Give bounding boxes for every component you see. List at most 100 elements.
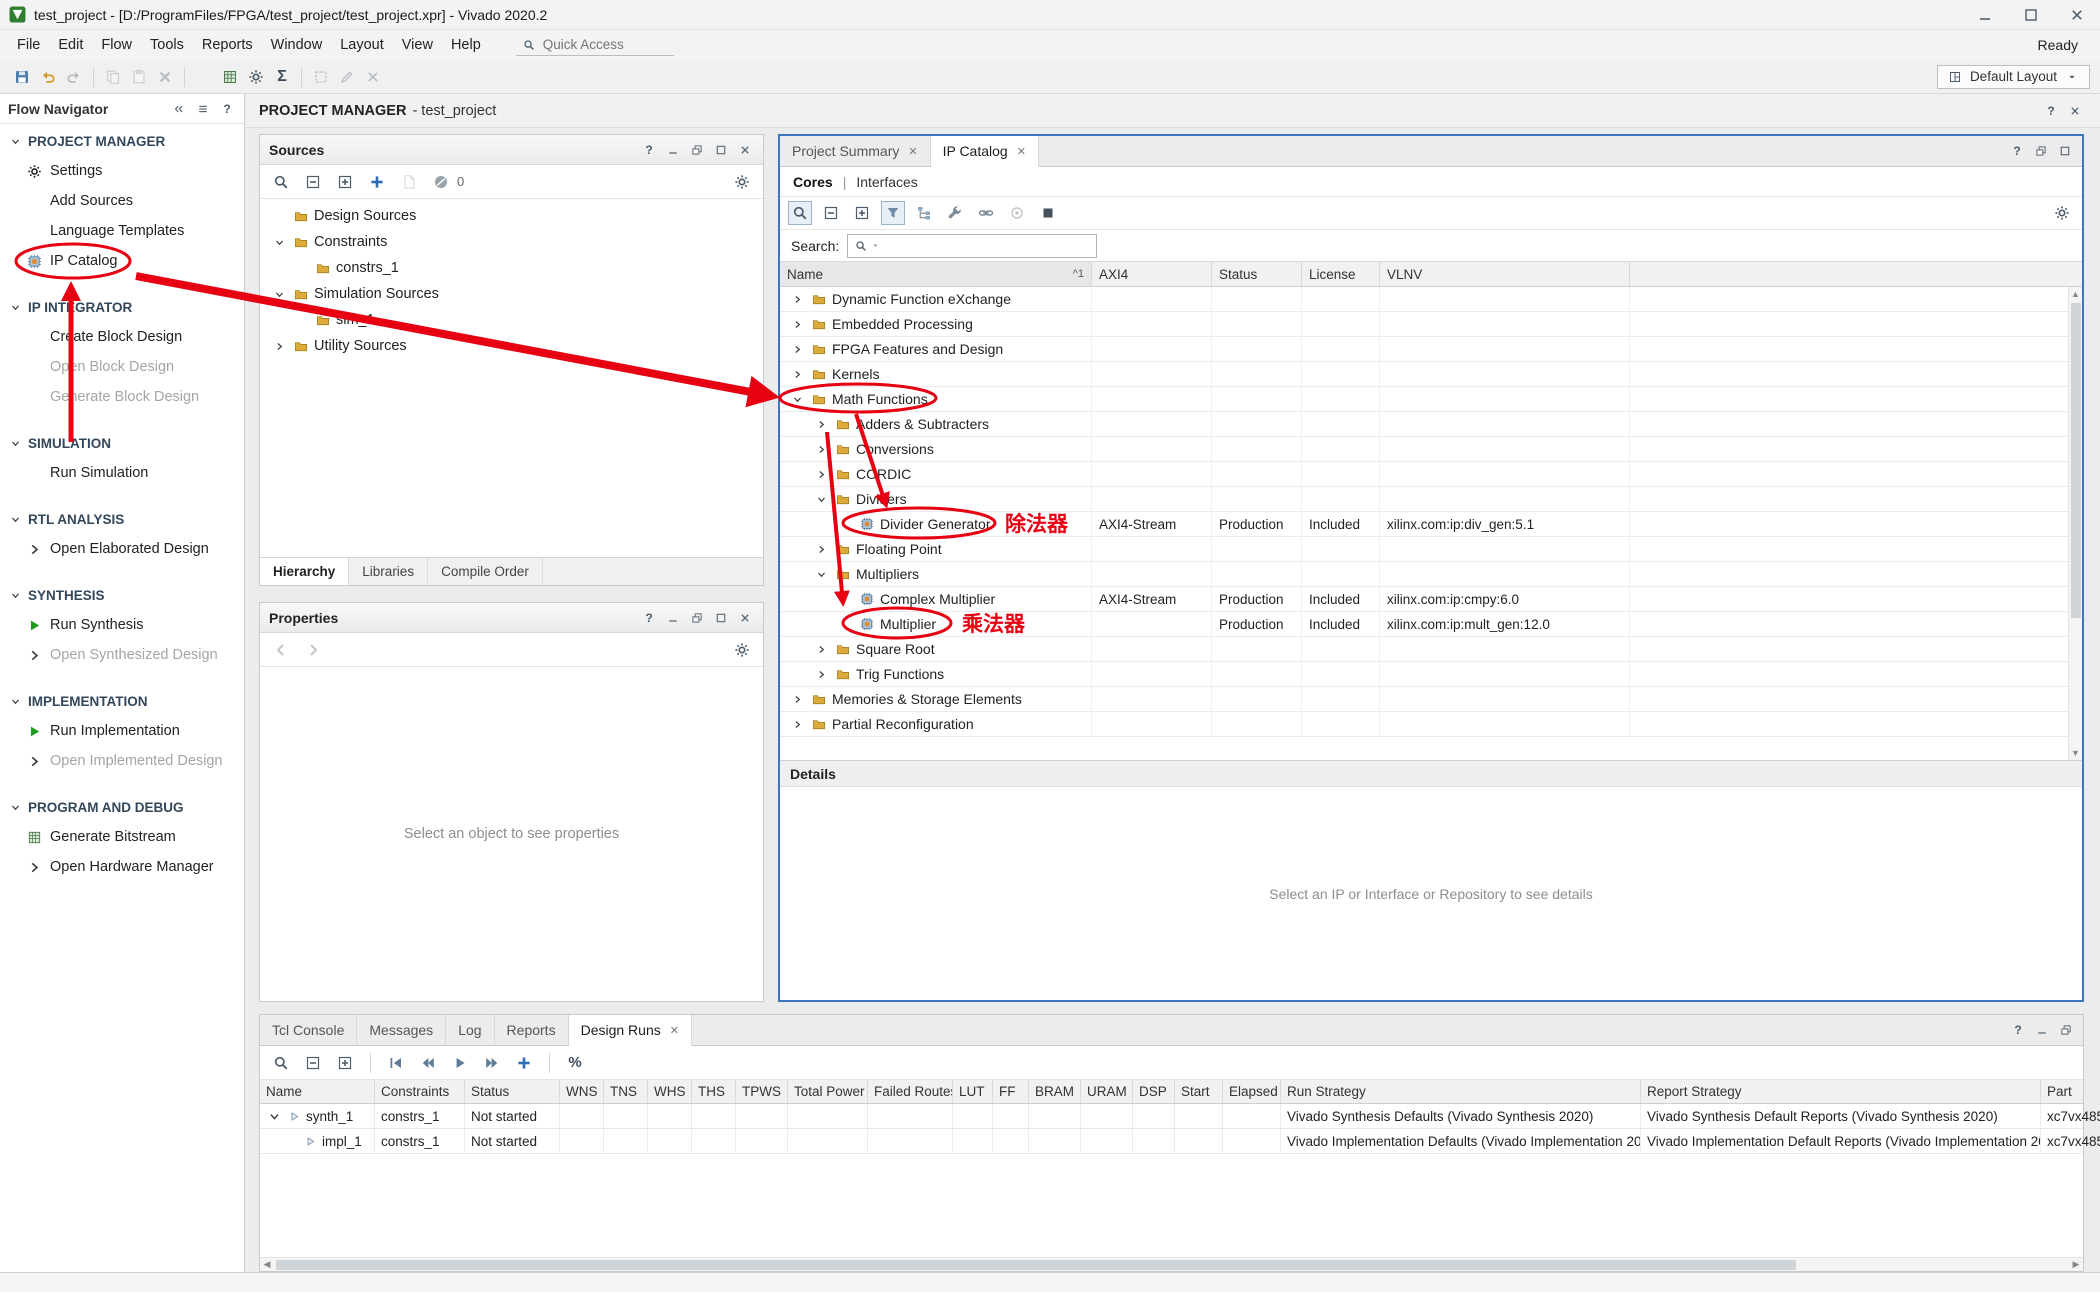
stepback-icon[interactable] bbox=[416, 1051, 440, 1075]
runs-column-dsp[interactable]: DSP bbox=[1133, 1080, 1175, 1103]
tab-design-runs[interactable]: Design Runs✕ bbox=[569, 1015, 692, 1046]
expand-icon[interactable] bbox=[850, 201, 874, 225]
ip-catalog-row[interactable]: Floating Point bbox=[780, 537, 2082, 562]
help-icon[interactable]: ? bbox=[640, 609, 658, 627]
snip-icon[interactable] bbox=[309, 65, 333, 89]
ip-catalog-row[interactable]: Divider GeneratorAXI4-StreamProductionIn… bbox=[780, 512, 2082, 537]
flow-section-header[interactable]: PROGRAM AND DEBUG bbox=[0, 792, 244, 822]
float-icon[interactable] bbox=[688, 609, 706, 627]
runs-column-elapsed[interactable]: Elapsed bbox=[1223, 1080, 1281, 1103]
collapse-icon[interactable] bbox=[301, 170, 325, 194]
ip-catalog-row[interactable]: CORDIC bbox=[780, 462, 2082, 487]
doc-icon[interactable] bbox=[397, 170, 421, 194]
ip-search-field[interactable] bbox=[847, 234, 1097, 258]
expand-toggle-icon[interactable] bbox=[266, 1108, 283, 1125]
maximize-icon[interactable] bbox=[712, 609, 730, 627]
minimize-icon[interactable] bbox=[664, 141, 682, 159]
source-tree-row[interactable]: sim_1 bbox=[260, 307, 763, 333]
runs-column-tns[interactable]: TNS bbox=[604, 1080, 648, 1103]
back-icon[interactable] bbox=[269, 638, 293, 662]
runs-column-bram[interactable]: BRAM bbox=[1029, 1080, 1081, 1103]
expand-toggle-icon[interactable] bbox=[812, 440, 830, 458]
runs-column-failed-routes[interactable]: Failed Routes bbox=[868, 1080, 953, 1103]
expand-toggle-icon[interactable] bbox=[812, 465, 830, 483]
ip-catalog-row[interactable]: MultiplierProductionIncludedxilinx.com:i… bbox=[780, 612, 2082, 637]
runs-column-uram[interactable]: URAM bbox=[1081, 1080, 1133, 1103]
hierarchy-icon[interactable] bbox=[912, 201, 936, 225]
source-tree-row[interactable]: Constraints bbox=[260, 229, 763, 255]
close-icon[interactable] bbox=[736, 609, 754, 627]
run-icon[interactable] bbox=[192, 65, 216, 89]
close-tab-icon[interactable]: ✕ bbox=[670, 1024, 679, 1037]
settings-icon[interactable] bbox=[730, 170, 754, 194]
column-header-license[interactable]: License bbox=[1302, 262, 1380, 286]
close-icon[interactable] bbox=[2066, 102, 2084, 120]
column-header-axi4[interactable]: AXI4 bbox=[1092, 262, 1212, 286]
menu-tools[interactable]: Tools bbox=[141, 33, 193, 57]
copy-icon[interactable] bbox=[101, 65, 125, 89]
float-icon[interactable] bbox=[688, 141, 706, 159]
scrollbar-thumb[interactable] bbox=[276, 1260, 1796, 1270]
runs-column-lut[interactable]: LUT bbox=[953, 1080, 993, 1103]
scroll-down-icon[interactable]: ▼ bbox=[2071, 746, 2080, 760]
expand-icon[interactable] bbox=[333, 1051, 357, 1075]
scroll-right-icon[interactable]: ▶ bbox=[2069, 1259, 2083, 1270]
settings-icon[interactable] bbox=[244, 65, 268, 89]
flow-section-header[interactable]: IMPLEMENTATION bbox=[0, 686, 244, 716]
ip-catalog-row[interactable]: Dynamic Function eXchange bbox=[780, 287, 2082, 312]
minimize-button[interactable] bbox=[1962, 0, 2008, 29]
expand-toggle-icon[interactable] bbox=[788, 365, 806, 383]
dock-icon[interactable] bbox=[170, 100, 188, 118]
add-icon[interactable] bbox=[512, 1051, 536, 1075]
sidebar-item-open-implemented-design[interactable]: Open Implemented Design bbox=[0, 746, 244, 776]
runs-column-wns[interactable]: WNS bbox=[560, 1080, 604, 1103]
vertical-scrollbar[interactable]: ▲ ▼ bbox=[2068, 287, 2082, 760]
menu-icon[interactable] bbox=[194, 100, 212, 118]
subtab-interfaces[interactable]: Interfaces bbox=[856, 174, 917, 190]
sidebar-item-ip-catalog[interactable]: IP Catalog bbox=[0, 246, 244, 276]
expand-toggle-icon[interactable] bbox=[812, 540, 830, 558]
minimize-icon[interactable] bbox=[2033, 1021, 2051, 1039]
sidebar-item-generate-block-design[interactable]: Generate Block Design bbox=[0, 382, 244, 412]
ip-catalog-row[interactable]: Partial Reconfiguration bbox=[780, 712, 2082, 737]
quick-access-input[interactable] bbox=[543, 37, 655, 52]
sidebar-item-run-simulation[interactable]: Run Simulation bbox=[0, 458, 244, 488]
minimize-icon[interactable] bbox=[664, 609, 682, 627]
ip-catalog-row[interactable]: Embedded Processing bbox=[780, 312, 2082, 337]
design-run-row[interactable]: impl_1constrs_1Not startedVivado Impleme… bbox=[260, 1129, 2083, 1154]
subtab-cores[interactable]: Cores bbox=[793, 174, 833, 190]
menu-file[interactable]: File bbox=[8, 33, 49, 57]
search-icon[interactable] bbox=[788, 201, 812, 225]
expand-toggle-icon[interactable] bbox=[788, 340, 806, 358]
collapse-icon[interactable] bbox=[819, 201, 843, 225]
undo-icon[interactable] bbox=[36, 65, 60, 89]
column-header-name[interactable]: Name^1 bbox=[780, 262, 1092, 286]
maximize-icon[interactable] bbox=[2056, 142, 2074, 160]
expand-toggle-icon[interactable] bbox=[788, 390, 806, 408]
ip-catalog-row[interactable]: Trig Functions bbox=[780, 662, 2082, 687]
tab-compile-order[interactable]: Compile Order bbox=[428, 558, 543, 585]
redo-icon[interactable] bbox=[62, 65, 86, 89]
board-icon[interactable] bbox=[218, 65, 242, 89]
help-icon[interactable]: ? bbox=[2008, 142, 2026, 160]
help-icon[interactable]: ? bbox=[640, 141, 658, 159]
flow-section-header[interactable]: RTL ANALYSIS bbox=[0, 504, 244, 534]
help-icon[interactable]: ? bbox=[218, 100, 236, 118]
ip-catalog-row[interactable]: Math Functions bbox=[780, 387, 2082, 412]
menu-window[interactable]: Window bbox=[262, 33, 332, 57]
ip-catalog-row[interactable]: Memories & Storage Elements bbox=[780, 687, 2082, 712]
ip-search-input[interactable] bbox=[880, 238, 1092, 253]
runs-column-ths[interactable]: THS bbox=[692, 1080, 736, 1103]
menu-view[interactable]: View bbox=[393, 33, 442, 57]
expand-toggle-icon[interactable] bbox=[788, 715, 806, 733]
close-button[interactable] bbox=[2054, 0, 2100, 29]
stop-icon[interactable] bbox=[1036, 201, 1060, 225]
tab-project-summary[interactable]: Project Summary✕ bbox=[780, 136, 931, 166]
sidebar-item-open-elaborated-design[interactable]: Open Elaborated Design bbox=[0, 534, 244, 564]
source-tree-row[interactable]: Simulation Sources bbox=[260, 281, 763, 307]
expand-toggle-icon[interactable] bbox=[812, 640, 830, 658]
collapse-icon[interactable] bbox=[301, 1051, 325, 1075]
expand-toggle-icon[interactable] bbox=[270, 337, 288, 355]
sidebar-item-language-templates[interactable]: Language Templates bbox=[0, 216, 244, 246]
menu-flow[interactable]: Flow bbox=[92, 33, 141, 57]
